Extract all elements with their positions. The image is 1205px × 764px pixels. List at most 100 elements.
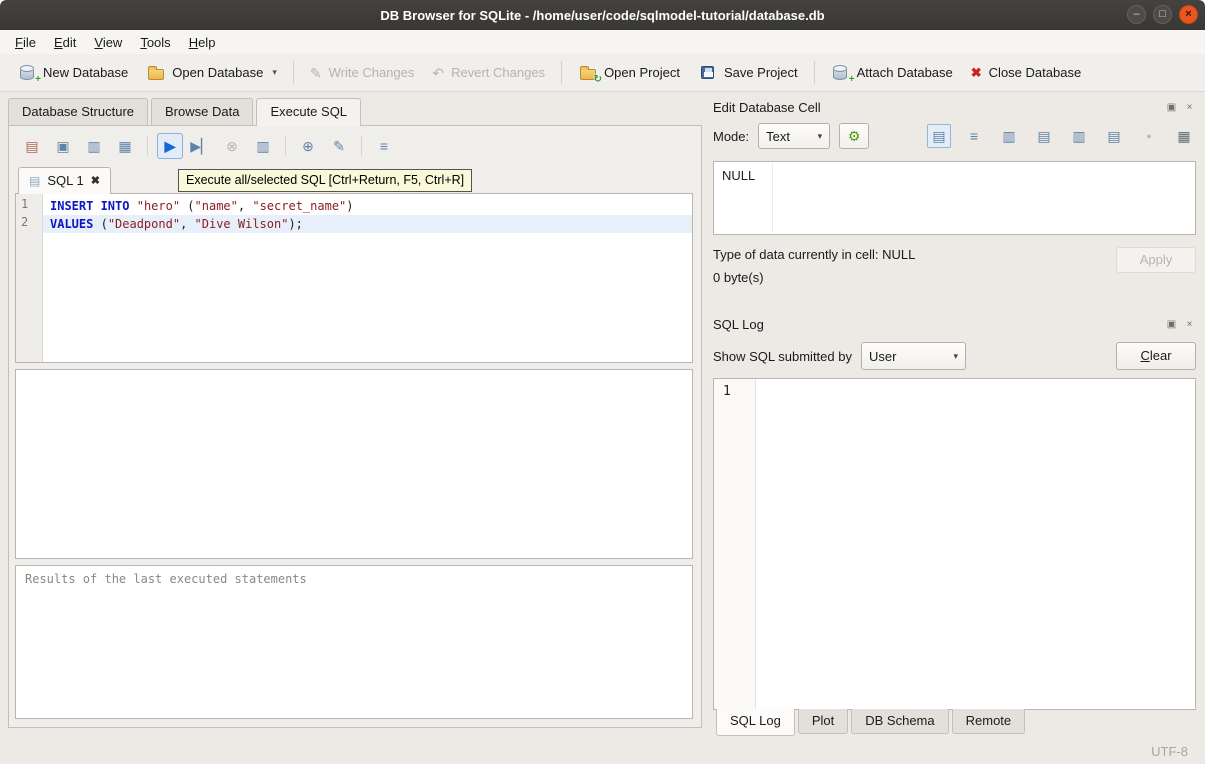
set-null-button[interactable]: ● [1137, 124, 1161, 148]
submitted-by-value: User [869, 349, 896, 364]
maximize-icon: □ [1159, 9, 1166, 20]
sql-log-header: SQL Log ▣ × [713, 313, 1196, 335]
sql-log-dock-icons: ▣ × [1165, 318, 1196, 331]
toolbar-separator [293, 61, 294, 84]
cell-value: NULL [722, 168, 755, 183]
copy-icon: ▥ [1002, 128, 1015, 145]
main-tabbar: Database Structure Browse Data Execute S… [8, 98, 702, 125]
mode-label: Mode: [713, 129, 749, 144]
menu-tools[interactable]: Tools [131, 32, 179, 53]
results-message-pane: Results of the last executed statements [15, 565, 693, 719]
sql-document-icon: ▤ [29, 174, 40, 188]
main-toolbar: + New Database Open Database ▾ ✎ Write C… [0, 54, 1205, 92]
editor-toolbar-separator [285, 136, 286, 156]
cell-toolbar: ▤ ≡ ▥ ▤ ▥ ▤ ● ▦ [927, 124, 1196, 148]
format-sql-button[interactable]: ≡ [371, 133, 397, 159]
window-controls: – □ × [1127, 5, 1198, 24]
save-sql-file-as-button[interactable]: ▥ [81, 133, 107, 159]
bottom-tab-db-schema[interactable]: DB Schema [851, 709, 948, 734]
save-results-icon: ▥ [256, 138, 269, 155]
print-cell-button[interactable]: ▦ [1172, 124, 1196, 148]
open-sql-file-icon: ▤ [25, 138, 38, 155]
line-number: 1 [16, 197, 42, 215]
tab-browse-data[interactable]: Browse Data [151, 98, 253, 125]
float-panel-icon[interactable]: ▣ [1165, 101, 1178, 114]
sql-log-view[interactable]: 1 [713, 378, 1196, 710]
paste-cell-button[interactable]: ▤ [1032, 124, 1056, 148]
cell-value-editor[interactable]: NULL [713, 161, 1196, 235]
editor-toolbar-separator [361, 136, 362, 156]
find-replace-button[interactable]: ✎ [326, 133, 352, 159]
mode-combobox[interactable]: Text ▾ [758, 123, 830, 149]
export-data-button[interactable]: ⊕ [295, 133, 321, 159]
print-cell-icon: ▦ [1177, 128, 1190, 145]
tab-execute-sql[interactable]: Execute SQL [256, 98, 361, 126]
close-panel-icon[interactable]: × [1183, 318, 1196, 331]
sql-code-area[interactable]: INSERT INTO "hero" ("name", "secret_name… [43, 194, 692, 362]
sql-tab-close-icon[interactable]: ✖ [91, 174, 100, 187]
open-database-button[interactable]: Open Database ▾ [137, 59, 286, 86]
set-null-icon: ● [1146, 131, 1151, 141]
open-project-button[interactable]: ↻ Open Project [569, 59, 689, 86]
menu-view[interactable]: View [85, 32, 131, 53]
bottom-tab-plot[interactable]: Plot [798, 709, 848, 734]
clear-log-button[interactable]: Clear [1116, 342, 1196, 370]
save-results-button[interactable]: ▥ [250, 133, 276, 159]
print-icon: ▦ [118, 138, 131, 155]
export-cell-button[interactable]: ▤ [1102, 124, 1126, 148]
save-project-icon [698, 64, 717, 81]
bottom-tab-remote[interactable]: Remote [952, 709, 1026, 734]
menu-edit[interactable]: Edit [45, 32, 85, 53]
close-database-icon: ✖ [971, 66, 982, 79]
print-sql-button[interactable]: ▦ [112, 133, 138, 159]
new-database-button[interactable]: + New Database [8, 59, 137, 86]
close-button[interactable]: × [1179, 5, 1198, 24]
attach-database-button[interactable]: + Attach Database [822, 59, 962, 86]
revert-changes-button[interactable]: ↶ Revert Changes [423, 60, 554, 85]
minimize-button[interactable]: – [1127, 5, 1146, 24]
toolbar-separator [561, 61, 562, 84]
submitted-by-combobox[interactable]: User ▾ [861, 342, 966, 370]
float-panel-icon[interactable]: ▣ [1165, 318, 1178, 331]
sql-1-tab[interactable]: ▤ SQL 1 ✖ [18, 167, 111, 194]
bottom-tab-sql-log[interactable]: SQL Log [716, 709, 795, 736]
right-pane: Edit Database Cell ▣ × Mode: Text ▾ ⚙ ▤ … [702, 92, 1205, 738]
text-mode-button[interactable]: ▤ [927, 124, 951, 148]
stop-execution-button[interactable]: ⊗ [219, 133, 245, 159]
apply-button[interactable]: Apply [1116, 247, 1196, 273]
encoding-indicator[interactable]: UTF-8 [1151, 744, 1188, 759]
toolbar-separator [814, 61, 815, 84]
close-database-button[interactable]: ✖ Close Database [962, 60, 1090, 85]
tab-database-structure[interactable]: Database Structure [8, 98, 148, 125]
copy-cell-button[interactable]: ▥ [997, 124, 1021, 148]
save-sql-file-icon: ▣ [56, 138, 69, 155]
results-grid[interactable] [15, 369, 693, 559]
open-database-dropdown-icon[interactable]: ▾ [272, 67, 277, 81]
stop-icon: ⊗ [226, 138, 238, 155]
import-cell-button[interactable]: ▥ [1067, 124, 1091, 148]
menu-file[interactable]: File [6, 32, 45, 53]
line-number-gutter: 1 2 [16, 194, 43, 362]
export-data-icon: ⊕ [302, 138, 314, 155]
new-database-icon: + [17, 64, 36, 81]
save-sql-file-as-icon: ▥ [87, 138, 100, 155]
import-icon: ▥ [1072, 128, 1085, 145]
filter-label: Show SQL submitted by [713, 349, 852, 364]
open-sql-file-button[interactable]: ▤ [19, 133, 45, 159]
save-project-button[interactable]: Save Project [689, 59, 807, 86]
word-wrap-button[interactable]: ≡ [962, 124, 986, 148]
write-changes-button[interactable]: ✎ Write Changes [301, 60, 423, 85]
close-panel-icon[interactable]: × [1183, 101, 1196, 114]
sql-log-title: SQL Log [713, 317, 1165, 332]
mode-value: Text [766, 129, 790, 144]
sql-tab-label: SQL 1 [47, 173, 83, 188]
log-line-number: 1 [723, 384, 749, 399]
execute-all-button[interactable]: ▶ [157, 133, 183, 159]
sql-editor[interactable]: 1 2 INSERT INTO "hero" ("name", "secret_… [15, 193, 693, 363]
sql-log-filter-row: Show SQL submitted by User ▾ Clear [713, 342, 1196, 370]
open-in-external-button[interactable]: ⚙ [839, 123, 869, 149]
menu-help[interactable]: Help [180, 32, 225, 53]
save-sql-file-button[interactable]: ▣ [50, 133, 76, 159]
maximize-button[interactable]: □ [1153, 5, 1172, 24]
execute-current-line-button[interactable]: ▶▏ [188, 133, 214, 159]
